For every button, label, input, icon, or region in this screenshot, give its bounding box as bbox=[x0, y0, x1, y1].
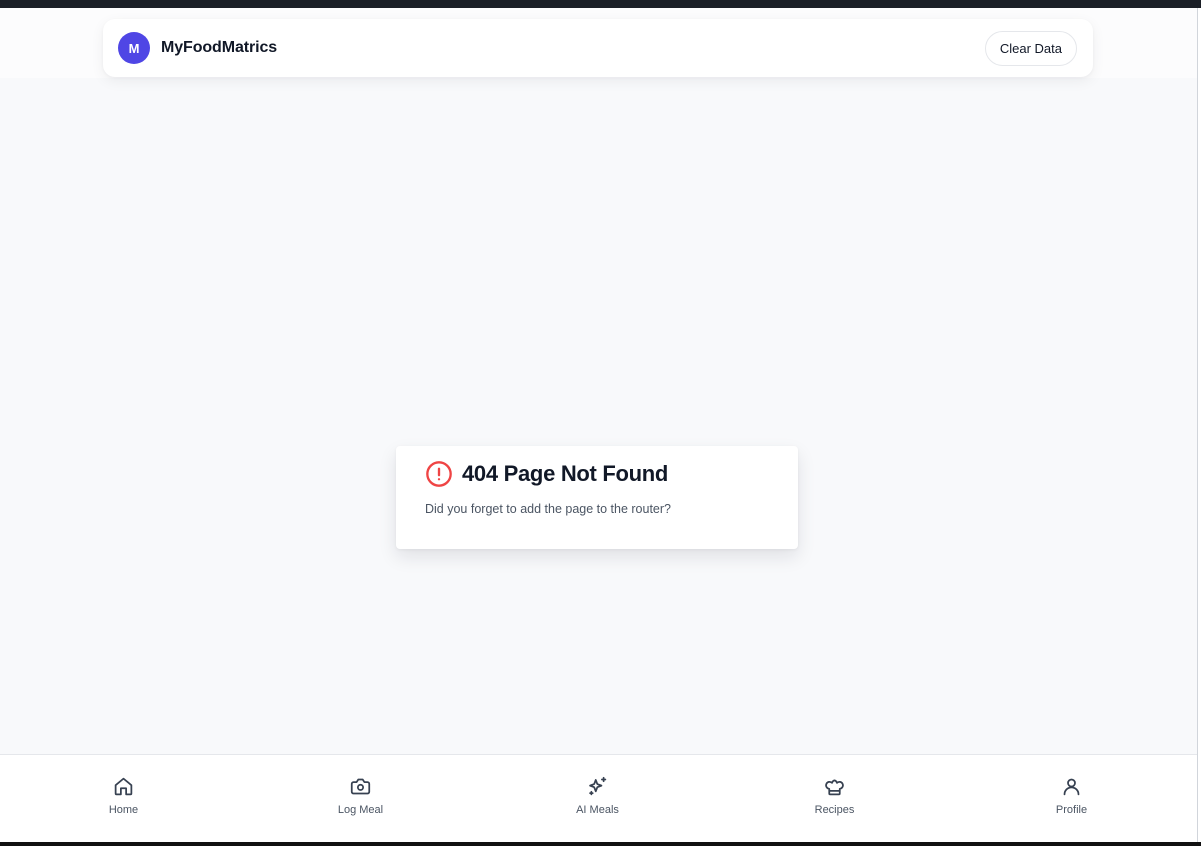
page-title: 404 Page Not Found bbox=[462, 461, 669, 486]
home-icon bbox=[113, 776, 134, 797]
app-logo: M bbox=[118, 32, 150, 64]
app-header: M MyFoodMatrics Clear Data bbox=[103, 19, 1093, 77]
alert-circle-icon bbox=[425, 460, 453, 488]
nav-item-profile[interactable]: Profile bbox=[953, 755, 1190, 842]
user-icon bbox=[1061, 776, 1082, 797]
nav-label-home: Home bbox=[108, 804, 139, 816]
not-found-card: 404 Page Not Found Did you forget to add… bbox=[396, 446, 798, 549]
nav-item-home[interactable]: Home bbox=[5, 755, 242, 842]
camera-icon bbox=[350, 776, 371, 797]
error-message: Did you forget to add the page to the ro… bbox=[425, 502, 672, 516]
clear-data-button[interactable]: Clear Data bbox=[984, 30, 1077, 66]
scrollbar-track[interactable] bbox=[1197, 8, 1201, 842]
sparkles-icon bbox=[587, 776, 608, 797]
card-title-row: 404 Page Not Found bbox=[425, 460, 769, 488]
bottom-navigation: Home Log Meal AI Meals Recipes Profile bbox=[0, 754, 1197, 842]
window-bottom-edge bbox=[0, 842, 1201, 846]
app-name: MyFoodMatrics bbox=[161, 39, 278, 56]
nav-label-recipes: Recipes bbox=[814, 804, 855, 816]
window-top-bar bbox=[0, 0, 1201, 8]
nav-label-log-meal: Log Meal bbox=[337, 804, 384, 816]
chef-hat-icon bbox=[824, 776, 845, 797]
nav-item-recipes[interactable]: Recipes bbox=[716, 755, 953, 842]
nav-label-profile: Profile bbox=[1055, 804, 1088, 816]
brand[interactable]: M MyFoodMatrics bbox=[118, 32, 277, 64]
nav-item-log-meal[interactable]: Log Meal bbox=[242, 755, 479, 842]
nav-item-ai-meals[interactable]: AI Meals bbox=[479, 755, 716, 842]
nav-label-ai-meals: AI Meals bbox=[576, 804, 619, 816]
